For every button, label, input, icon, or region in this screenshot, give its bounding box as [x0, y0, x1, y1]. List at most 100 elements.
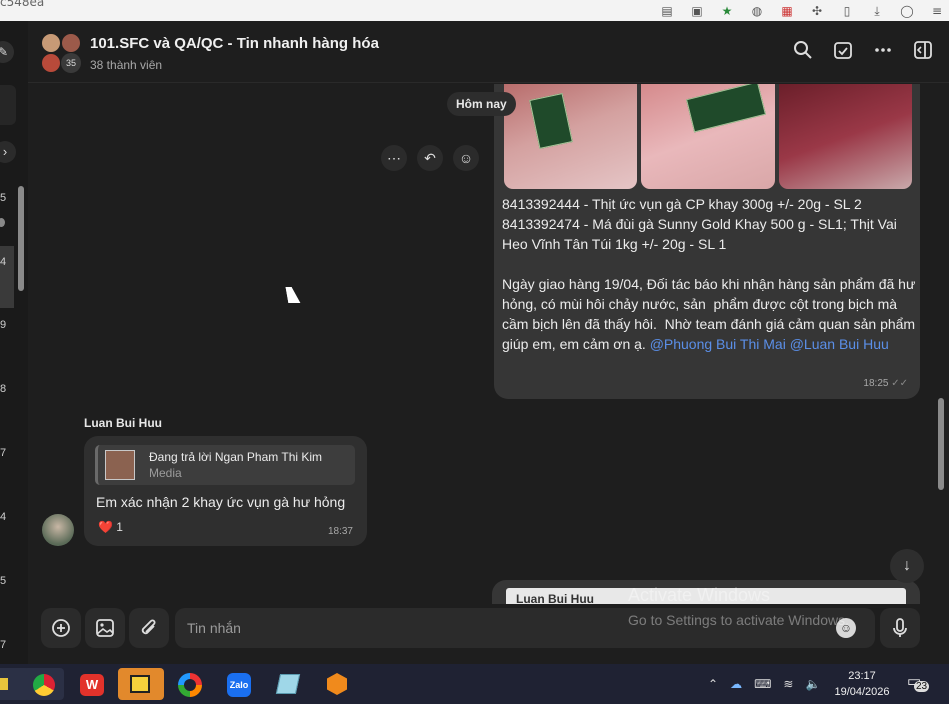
avatar — [61, 33, 81, 53]
sidebar-toggle-icon[interactable] — [913, 40, 933, 60]
browser-toolbar: c548ea ▤ ▣ ★ ◍ ▦ ✣ ▯ ⤓ ◯ ≡ — [0, 0, 949, 21]
product-label-image — [529, 93, 573, 149]
calendar-check-icon[interactable] — [833, 40, 853, 60]
menu-icon[interactable]: ≡ — [929, 5, 945, 17]
product-label-image — [686, 84, 767, 133]
activate-windows-title: Activate Windows — [628, 585, 771, 605]
microphone-icon[interactable] — [880, 608, 920, 648]
star-icon[interactable]: ★ — [719, 5, 735, 17]
sender-name[interactable]: Luan Bui Huu — [84, 416, 162, 430]
activate-windows-subtitle: Go to Settings to activate Windows. — [628, 612, 849, 628]
sticky-notes-icon[interactable] — [118, 668, 164, 700]
url-fragment[interactable]: c548ea — [0, 0, 44, 9]
incoming-message[interactable]: Đang trả lời Ngan Pham Thi Kim Media Em … — [84, 436, 367, 546]
chevron-up-icon[interactable]: ⌃ — [708, 677, 718, 691]
reply-icon[interactable]: ↶ — [417, 145, 443, 171]
avatar-overflow-count: 35 — [61, 53, 81, 73]
scroll-down-icon[interactable]: ↓ — [890, 549, 924, 583]
sublime-icon[interactable] — [317, 668, 357, 700]
notification-count: 23 — [914, 681, 930, 692]
rail-item[interactable] — [0, 85, 16, 125]
message-time: 18:25 ✓✓ — [863, 378, 908, 389]
search-icon[interactable] — [793, 40, 813, 60]
split-icon[interactable]: ▯ — [839, 5, 855, 17]
screenshot-icon[interactable]: ▣ — [689, 5, 705, 17]
zalo-icon[interactable]: Zalo — [219, 668, 259, 700]
outgoing-message[interactable]: 8413392444 - Thịt ức vụn gà CP khay 300g… — [494, 84, 920, 399]
wps-icon[interactable]: W — [72, 668, 112, 700]
notification-center[interactable]: ▭ 23 — [907, 672, 933, 696]
cloud-icon[interactable]: ☁ — [730, 677, 742, 691]
more-icon[interactable]: ⋯ — [381, 145, 407, 171]
mouse-cursor — [285, 287, 301, 303]
message-line: 8413392474 - Má đùi gà Sunny Gold Khay 5… — [502, 216, 901, 252]
photo-thumbnail[interactable] — [778, 84, 912, 189]
attachment-icon[interactable] — [129, 608, 169, 648]
shield-icon[interactable]: ◍ — [749, 5, 765, 17]
chat-scrollbar[interactable] — [938, 398, 944, 490]
photo-thumbnail[interactable] — [641, 84, 775, 189]
add-icon[interactable] — [41, 608, 81, 648]
message-text: 8413392444 - Thịt ức vụn gà CP khay 300g… — [502, 194, 916, 354]
chat-header: 35 101.SFC và QA/QC - Tin nhanh hàng hóa… — [28, 21, 949, 83]
taskbar: W Zalo ⌃ ☁ ⌨ ≋ 🔈 23:17 19/04/2026 ▭ 23 — [0, 664, 949, 704]
extensions-icon[interactable]: ✣ — [809, 5, 825, 17]
system-clock[interactable]: 23:17 19/04/2026 — [830, 668, 894, 700]
chat-title[interactable]: 101.SFC và QA/QC - Tin nhanh hàng hóa — [90, 35, 379, 52]
app-icon[interactable]: ▦ — [779, 5, 795, 17]
volume-icon[interactable]: 🔈 — [805, 677, 820, 691]
avatar — [41, 53, 61, 73]
system-tray: ⌃ ☁ ⌨ ≋ 🔈 — [708, 664, 820, 704]
compose-icon[interactable]: ✎ — [0, 41, 14, 63]
browser-icons: ▤ ▣ ★ ◍ ▦ ✣ ▯ ⤓ ◯ ≡ — [659, 0, 945, 21]
download-icon[interactable]: ⤓ — [869, 5, 885, 17]
group-avatar[interactable]: 35 — [41, 33, 83, 73]
reply-title: Luan Bui Huu — [516, 592, 594, 604]
rail-count: 7 — [0, 639, 7, 651]
rail-count: 4 — [0, 256, 7, 268]
notepad-icon[interactable] — [268, 668, 308, 700]
reaction-badge[interactable]: ❤️ 1 — [98, 520, 123, 534]
rail-count: 5 — [0, 192, 7, 204]
reply-thumbnail — [105, 450, 135, 480]
rail-count: 4 — [0, 511, 7, 523]
rail-count: 5 — [0, 575, 7, 587]
message-line — [502, 254, 916, 274]
mention-link[interactable]: @Luan Bui Huu — [790, 336, 889, 352]
rail-scrollbar[interactable] — [18, 186, 24, 291]
more-icon[interactable] — [873, 40, 893, 60]
reply-quote[interactable]: Đang trả lời Ngan Pham Thi Kim Media — [95, 445, 355, 485]
conversation-rail: ✎ › 5 4 9 8 7 4 5 7 — [0, 21, 28, 664]
chrome-icon[interactable] — [24, 668, 64, 700]
message-text: Em xác nhận 2 khay ức vụn gà hư hỏng — [96, 494, 346, 510]
reply-title: Đang trả lời Ngan Pham Thi Kim — [149, 450, 323, 464]
rail-count: 7 — [0, 447, 7, 459]
rail-count: 8 — [0, 383, 7, 395]
clock-date: 19/04/2026 — [834, 686, 890, 698]
date-separator: Hôm nay — [447, 92, 516, 116]
wifi-icon[interactable]: ≋ — [783, 677, 793, 691]
chevron-right-icon[interactable]: › — [0, 141, 16, 163]
avatar — [41, 33, 61, 53]
member-count[interactable]: 38 thành viên — [90, 58, 162, 72]
message-line: Ngày giao hàng 19/04, Đối tác báo khi nh… — [502, 274, 916, 354]
reaction-count: 1 — [116, 520, 123, 534]
screen: c548ea ▤ ▣ ★ ◍ ▦ ✣ ▯ ⤓ ◯ ≡ ✎ › 5 4 9 8 7… — [0, 0, 949, 704]
browser-icon[interactable] — [170, 668, 210, 700]
message-actions: ⋯ ↶ ☺ — [381, 145, 479, 171]
message-time: 18:37 — [327, 526, 353, 537]
reply-type: Media — [149, 466, 182, 480]
unread-dot — [0, 218, 5, 227]
photo-thumbnail[interactable] — [504, 84, 638, 189]
rail-count: 9 — [0, 319, 7, 331]
avatar[interactable] — [42, 514, 74, 546]
image-icon[interactable] — [85, 608, 125, 648]
profile-icon[interactable]: ◯ — [899, 5, 915, 17]
keyboard-icon[interactable]: ⌨ — [754, 677, 771, 691]
clock-time: 23:17 — [848, 670, 876, 682]
message-list[interactable]: 8413392444 - Thịt ức vụn gà CP khay 300g… — [28, 84, 949, 604]
emoji-reaction-icon[interactable]: ☺ — [453, 145, 479, 171]
photo-grid — [504, 84, 912, 189]
translate-icon[interactable]: ▤ — [659, 5, 675, 17]
mention-link[interactable]: @Phuong Bui Thi Mai — [650, 336, 786, 352]
